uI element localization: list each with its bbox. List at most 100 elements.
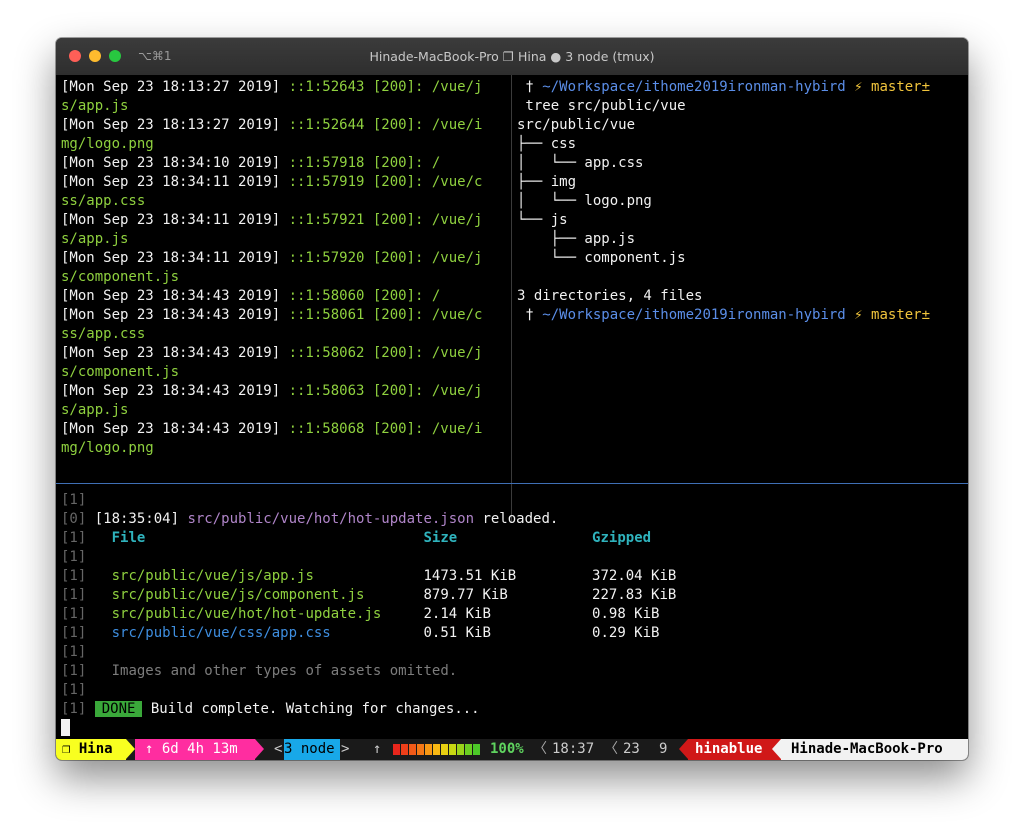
terminal-line: [1] Images and other types of assets omi… xyxy=(61,662,966,681)
terminal-line: [Mon Sep 23 18:34:11 2019] ::1:57920 [20… xyxy=(61,249,511,268)
terminal-text: ::1:58062 [200]: /vue/j xyxy=(288,345,483,361)
terminal-line: [1] xyxy=(61,548,966,567)
terminal-line: [Mon Sep 23 18:34:10 2019] ::1:57918 [20… xyxy=(61,154,511,173)
terminal-line: [Mon Sep 23 18:34:43 2019] ::1:58062 [20… xyxy=(61,344,511,363)
terminal-text: ~/Workspace/ithome2019ironman-hybird xyxy=(542,79,855,95)
battery-meter-cell xyxy=(393,744,400,755)
terminal-text: 0.51 KiB 0.29 KiB xyxy=(330,625,660,641)
window-tab-3-node[interactable]: 3 node xyxy=(284,739,340,760)
terminal-text: src/public/vue/hot/hot-update.js xyxy=(111,606,382,622)
terminal-text: s/app.js xyxy=(61,98,129,114)
hostname: Hinade-MacBook-Pro xyxy=(781,739,968,760)
terminal-line: ss/app.css xyxy=(61,325,511,344)
separator-chevron: 〈 xyxy=(533,741,547,757)
terminal-text: │ └── logo.png xyxy=(517,193,652,209)
terminal-text: src/public/vue/hot/hot-update.json xyxy=(187,511,475,527)
terminal-text: [1] xyxy=(61,663,87,679)
terminal-line: [1] DONE Build complete. Watching for ch… xyxy=(61,700,966,719)
battery-percent: 100% xyxy=(490,741,524,757)
tmux-pane-server-log[interactable]: [Mon Sep 23 18:13:27 2019] ::1:52643 [20… xyxy=(61,78,511,518)
battery-meter-cell xyxy=(465,744,472,755)
terminal-line: [Mon Sep 23 18:13:27 2019] ::1:52644 [20… xyxy=(61,116,511,135)
title-bar: ⌥⌘1 Hinade-MacBook-Pro ❐ Hina ● 3 node (… xyxy=(56,38,968,75)
username: hinablue xyxy=(688,739,781,760)
battery-meter-cell xyxy=(433,744,440,755)
terminal-line: [1] src/public/vue/hot/hot-update.js 2.1… xyxy=(61,605,966,624)
terminal-line: 3 directories, 4 files xyxy=(517,287,967,306)
session-name[interactable]: ❐ Hina xyxy=(56,739,126,760)
terminal-text: ├── app.js xyxy=(517,231,636,247)
terminal-text: ::1:57921 [200]: /vue/j xyxy=(288,212,483,228)
terminal-line: [Mon Sep 23 18:34:43 2019] ::1:58068 [20… xyxy=(61,420,511,439)
terminal-text: ~/Workspace/ithome2019ironman-hybird xyxy=(542,307,855,323)
terminal-text: [Mon Sep 23 18:34:43 2019] xyxy=(61,307,289,323)
battery-meter-cell xyxy=(409,744,416,755)
tmux-pane-webpack[interactable]: [1] [0] [18:35:04] src/public/vue/hot/hot… xyxy=(61,491,966,739)
terminal-text: [Mon Sep 23 18:13:27 2019] xyxy=(61,79,289,95)
battery-meter-cell xyxy=(417,744,424,755)
window-title: Hinade-MacBook-Pro ❐ Hina ● 3 node (tmux… xyxy=(369,49,655,64)
terminal-line: [Mon Sep 23 18:34:43 2019] ::1:58063 [20… xyxy=(61,382,511,401)
uptime-segment: ↑ 6d 4h 13m xyxy=(135,739,255,760)
terminal-text: 3 directories, 4 files xyxy=(517,288,703,304)
vertical-pane-divider[interactable] xyxy=(511,75,512,523)
terminal-text: mg/logo.png xyxy=(61,440,154,456)
terminal-text: ::1:57918 [200]: / xyxy=(288,155,441,171)
terminal-text: 879.77 KiB 227.83 KiB xyxy=(364,587,677,603)
separator-chevron: 〈 xyxy=(604,741,618,757)
terminal-text: src/public/vue/js/component.js xyxy=(111,587,365,603)
tmux-pane-shell[interactable]: † ~/Workspace/ithome2019ironman-hybird ⚡… xyxy=(517,78,967,518)
terminal-text: ::1:57920 [200]: /vue/j xyxy=(288,250,483,266)
terminal-text: [1] xyxy=(61,644,87,660)
terminal-text: ├── img xyxy=(517,174,577,190)
terminal-text: ::1:58061 [200]: /vue/c xyxy=(288,307,483,323)
terminal-text: tree src/public/vue xyxy=(517,98,686,114)
terminal-line: [1] src/public/vue/js/component.js 879.7… xyxy=(61,586,966,605)
terminal-text: │ └── app.css xyxy=(517,155,644,171)
terminal-line: s/app.js xyxy=(61,97,511,116)
terminal-line: └── component.js xyxy=(517,249,967,268)
terminal-text: s/component.js xyxy=(61,269,180,285)
terminal-text: Build complete. Watching for changes... xyxy=(142,701,480,717)
terminal-text: † xyxy=(517,79,543,95)
window-bracket-right: > xyxy=(341,741,350,757)
terminal-text: ⚡ master± xyxy=(854,307,931,323)
terminal-text: [Mon Sep 23 18:34:43 2019] xyxy=(61,383,289,399)
terminal-text: └── component.js xyxy=(517,250,686,266)
terminal-text: ::1:58068 [200]: /vue/i xyxy=(288,421,483,437)
terminal-cursor xyxy=(61,719,70,736)
separator-arrow xyxy=(679,739,688,759)
terminal-line: s/app.js xyxy=(61,230,511,249)
terminal-line: mg/logo.png xyxy=(61,439,511,458)
terminal-text: [1] xyxy=(61,587,87,603)
battery-meter-cell xyxy=(473,744,480,755)
terminal-line: ├── app.js xyxy=(517,230,967,249)
terminal-text: [Mon Sep 23 18:34:11 2019] xyxy=(61,212,289,228)
tmux-status-bar: ❐ Hina ↑ 6d 4h 13m < 3 node > ↑ 100% 〈 1… xyxy=(56,739,968,760)
terminal-line: s/app.js xyxy=(61,401,511,420)
terminal-line: [1] xyxy=(61,681,966,700)
terminal-line: [Mon Sep 23 18:34:43 2019] ::1:58060 [20… xyxy=(61,287,511,306)
terminal-text: [18:35:04] xyxy=(94,511,188,527)
terminal-line: [1] src/public/vue/css/app.css 0.51 KiB … xyxy=(61,624,966,643)
terminal-text: [Mon Sep 23 18:34:11 2019] xyxy=(61,250,289,266)
separator-arrow xyxy=(126,739,135,759)
terminal-text: src/public/vue/js/app.js xyxy=(111,568,314,584)
terminal-line: ss/app.css xyxy=(61,192,511,211)
terminal-text: [1] xyxy=(61,606,87,622)
terminal-line: [Mon Sep 23 18:34:11 2019] ::1:57921 [20… xyxy=(61,211,511,230)
done-badge: DONE xyxy=(94,701,143,717)
battery-meter-cell xyxy=(457,744,464,755)
battery-meter-cell xyxy=(425,744,432,755)
separator-arrow xyxy=(772,739,781,759)
terminal-line: s/component.js xyxy=(61,268,511,287)
horizontal-pane-divider[interactable] xyxy=(56,483,968,484)
terminal-text: ::1:52643 [200]: /vue/j xyxy=(288,79,483,95)
terminal-text: ::1:58060 [200]: / xyxy=(288,288,441,304)
